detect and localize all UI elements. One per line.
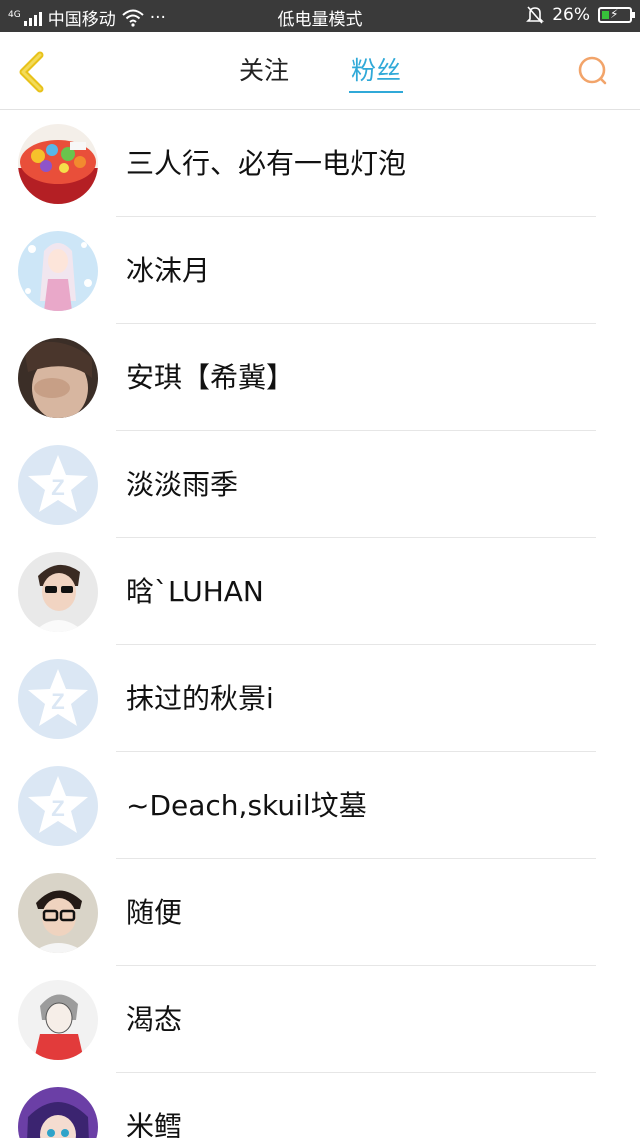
fan-name: ~Deach,skuil坟墓	[126, 789, 367, 822]
avatar: Z	[18, 659, 98, 739]
fan-name: 抹过的秋景i	[126, 682, 274, 715]
tab-following[interactable]: 关注	[239, 32, 289, 110]
avatar: Z	[18, 766, 98, 846]
list-item[interactable]: 渴态	[0, 966, 640, 1073]
svg-text:Z: Z	[51, 689, 64, 714]
avatar: Z	[18, 445, 98, 525]
list-item[interactable]: Z 淡淡雨季	[0, 431, 640, 538]
default-qq-avatar-icon: Z	[18, 766, 98, 846]
tab-bar: 关注 粉丝	[0, 32, 640, 110]
svg-text:Z: Z	[51, 475, 64, 500]
list-item[interactable]: Z 抹过的秋景i	[0, 645, 640, 752]
svg-text:Z: Z	[51, 796, 64, 821]
avatar	[18, 124, 98, 204]
battery-percent: 26%	[552, 5, 590, 25]
mute-bell-icon	[526, 6, 545, 24]
fan-name: 淡淡雨季	[126, 468, 239, 501]
default-qq-avatar-icon: Z	[18, 445, 98, 525]
avatar	[18, 980, 98, 1060]
list-item[interactable]: 随便	[0, 859, 640, 966]
fans-list: 三人行、必有一电灯泡 冰沫月 安琪【希冀】 Z 淡淡雨季 晗`LUHAN Z 抹…	[0, 110, 640, 1138]
fan-name: 安琪【希冀】	[126, 361, 295, 394]
search-button[interactable]	[576, 54, 610, 88]
fan-name: 随便	[126, 896, 183, 929]
list-item[interactable]: Z ~Deach,skuil坟墓	[0, 752, 640, 859]
avatar	[18, 1087, 98, 1138]
status-bar: 4G 中国移动 ··· 低电量模式 26% ⚡	[0, 0, 640, 32]
list-item[interactable]: 三人行、必有一电灯泡	[0, 110, 640, 217]
battery-icon: ⚡	[598, 7, 635, 23]
fan-name: 三人行、必有一电灯泡	[126, 147, 407, 180]
avatar	[18, 873, 98, 953]
default-qq-avatar-icon: Z	[18, 659, 98, 739]
status-right: 26% ⚡	[526, 5, 635, 25]
tab-fans[interactable]: 粉丝	[348, 32, 404, 110]
top-nav-header: 关注 粉丝	[0, 32, 640, 110]
list-item[interactable]: 安琪【希冀】	[0, 324, 640, 431]
list-item[interactable]: 冰沫月	[0, 217, 640, 324]
search-icon	[578, 56, 607, 85]
fan-name: 晗`LUHAN	[126, 575, 264, 608]
avatar	[18, 338, 98, 418]
fan-name: 米鳕	[126, 1110, 183, 1138]
list-item[interactable]: 晗`LUHAN	[0, 538, 640, 645]
fan-name: 渴态	[126, 1003, 183, 1036]
avatar	[18, 552, 98, 632]
list-item[interactable]: 米鳕	[0, 1073, 640, 1138]
avatar	[18, 231, 98, 311]
fan-name: 冰沫月	[126, 254, 211, 287]
